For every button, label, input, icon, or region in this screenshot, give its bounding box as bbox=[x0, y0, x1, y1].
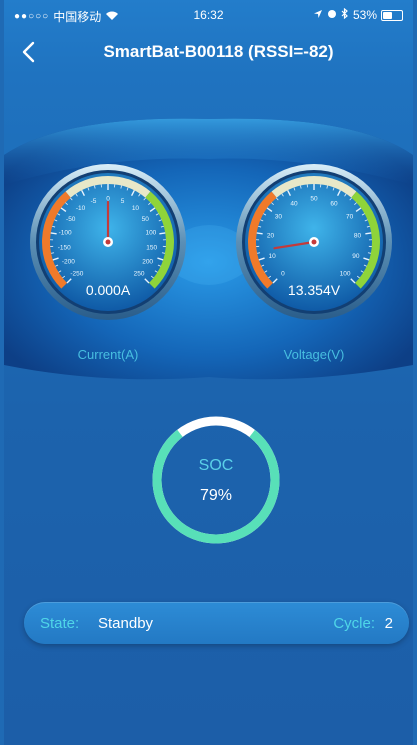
soc-value: 79% bbox=[199, 487, 233, 504]
gauge-panel: -250 -200 -150 -100 -50 -10 -5 0 5 10 50 100 150 200 2… bbox=[4, 115, 413, 395]
voltage-gauge: 0 10 20 30 40 50 60 70 80 90 100 13.354V bbox=[234, 162, 394, 322]
soc-ring-progress bbox=[152, 416, 280, 544]
cycle-label: Cycle: bbox=[333, 615, 375, 632]
battery-percent: 53% bbox=[352, 8, 377, 22]
voltage-gauge-tick-label: 30 bbox=[275, 214, 283, 221]
current-gauge-tick-label: 10 bbox=[132, 205, 140, 212]
soc-label: SOC bbox=[198, 457, 234, 474]
voltage-caption: Voltage(V) bbox=[283, 347, 345, 362]
state-bar: State: Standby Cycle: 2 bbox=[24, 602, 409, 644]
soc-ring-graphic bbox=[152, 416, 280, 544]
current-caption: Current(A) bbox=[77, 347, 139, 362]
current-gauge-tick-label: -250 bbox=[70, 271, 83, 278]
current-gauge-tick-label: -10 bbox=[76, 205, 86, 212]
status-right: 53% bbox=[313, 7, 403, 22]
current-gauge-tick-label: -50 bbox=[66, 216, 76, 223]
voltage-value: 13.354V bbox=[287, 282, 341, 298]
voltage-gauge-tick-label: 40 bbox=[290, 200, 298, 207]
back-button[interactable] bbox=[10, 34, 46, 70]
voltage-gauge-tick bbox=[365, 232, 372, 235]
status-bar: ●●○○○ 中国移动 16:32 53% bbox=[4, 0, 413, 30]
soc-ring: SOC 79% bbox=[148, 412, 284, 548]
voltage-gauge-tick bbox=[256, 232, 263, 235]
current-gauge-tick-label: -150 bbox=[58, 244, 71, 251]
current-gauge-tick-label: 200 bbox=[142, 259, 153, 266]
state-label: State: bbox=[40, 615, 80, 632]
app-screen: ●●○○○ 中国移动 16:32 53% SmartBat-B00118 (RS… bbox=[4, 0, 413, 745]
current-gauge-tick-label: -5 bbox=[91, 198, 97, 205]
voltage-gauge-tick-label: 90 bbox=[352, 253, 360, 260]
current-gauge-tick bbox=[50, 232, 57, 235]
page-title: SmartBat-B00118 (RSSI=-82) bbox=[103, 42, 334, 61]
current-gauge-tick-label: 150 bbox=[146, 244, 157, 251]
voltage-gauge-tick-label: 80 bbox=[354, 233, 362, 240]
voltage-gauge-tick-label: 100 bbox=[340, 271, 351, 278]
voltage-gauge-dial: 0 10 20 30 40 50 60 70 80 90 100 bbox=[236, 164, 392, 320]
alarm-icon bbox=[327, 8, 337, 22]
current-value: 0.000A bbox=[85, 282, 131, 298]
current-gauge-tick-label: 50 bbox=[142, 216, 150, 223]
voltage-gauge-tick-label: 60 bbox=[330, 200, 338, 207]
current-gauge-tick bbox=[159, 232, 166, 235]
voltage-gauge-tick-label: 0 bbox=[281, 271, 285, 278]
current-gauge-tick-label: 100 bbox=[145, 230, 156, 237]
location-icon bbox=[313, 8, 323, 22]
current-gauge-tick-label: -100 bbox=[59, 230, 72, 237]
current-gauge: -250 -200 -150 -100 -50 -10 -5 0 5 10 50 100 150 200 2… bbox=[28, 162, 188, 322]
voltage-gauge-tick-label: 10 bbox=[269, 253, 277, 260]
voltage-gauge-tick-label: 20 bbox=[267, 233, 275, 240]
current-gauge-tick-label: -200 bbox=[62, 259, 75, 266]
current-gauge-dial: -250-200-150-100-50-10-5 0 510501001502002… bbox=[30, 164, 186, 320]
current-gauge-tick-label: 5 bbox=[121, 198, 125, 205]
battery-icon bbox=[381, 9, 403, 21]
cycle-value: 2 bbox=[384, 615, 393, 632]
voltage-gauge-tick-label: 50 bbox=[310, 196, 318, 203]
chevron-left-icon bbox=[22, 41, 35, 63]
voltage-gauge-tick-label: 70 bbox=[346, 214, 354, 221]
current-gauge-tick-label: 250 bbox=[134, 271, 145, 278]
bluetooth-icon bbox=[341, 7, 349, 22]
state-value: Standby bbox=[98, 615, 154, 632]
nav-bar: SmartBat-B00118 (RSSI=-82) bbox=[4, 30, 413, 74]
